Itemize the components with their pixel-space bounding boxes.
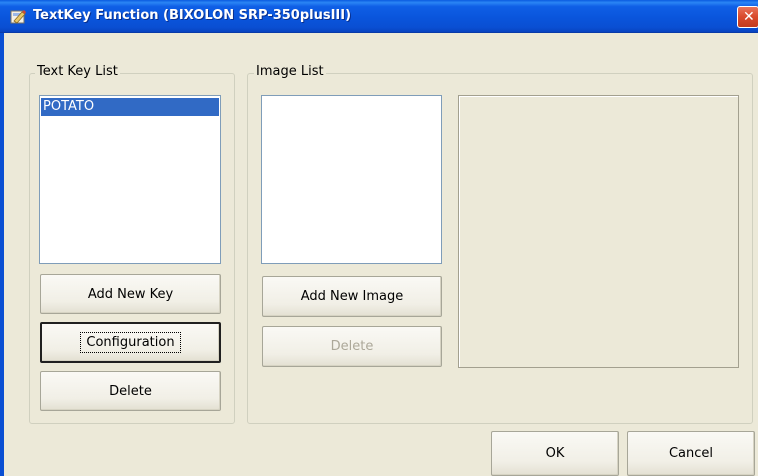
app-icon xyxy=(10,10,26,24)
add-new-key-label: Add New Key xyxy=(87,286,174,302)
list-item[interactable]: POTATO xyxy=(41,98,219,116)
cancel-label: Cancel xyxy=(668,446,714,461)
window-frame-left xyxy=(0,33,4,476)
configuration-label: Configuration xyxy=(80,332,181,353)
window-title: TextKey Function (BIXOLON SRP-350plusIII… xyxy=(33,8,352,23)
ok-label: OK xyxy=(545,446,565,461)
add-new-image-label: Add New Image xyxy=(300,289,404,304)
text-key-group-title: Text Key List xyxy=(35,64,120,79)
ok-button[interactable]: OK xyxy=(491,431,619,476)
cancel-button[interactable]: Cancel xyxy=(627,431,755,476)
configuration-button[interactable]: Configuration xyxy=(40,322,221,363)
image-list-group-title: Image List xyxy=(254,64,326,79)
close-icon: ✕ xyxy=(743,9,755,25)
close-button[interactable]: ✕ xyxy=(737,6,758,28)
text-key-listbox[interactable]: POTATO xyxy=(39,95,221,264)
title-bar[interactable]: TextKey Function (BIXOLON SRP-350plusIII… xyxy=(0,0,758,33)
image-listbox[interactable] xyxy=(261,95,442,264)
delete-image-label: Delete xyxy=(330,339,374,354)
delete-key-button[interactable]: Delete xyxy=(40,371,221,411)
delete-key-label: Delete xyxy=(109,383,152,399)
image-preview-panel xyxy=(458,95,739,368)
delete-image-button[interactable]: Delete xyxy=(262,326,442,367)
add-new-key-button[interactable]: Add New Key xyxy=(40,274,221,314)
dialog-window: TextKey Function (BIXOLON SRP-350plusIII… xyxy=(0,0,758,476)
add-new-image-button[interactable]: Add New Image xyxy=(262,276,442,317)
